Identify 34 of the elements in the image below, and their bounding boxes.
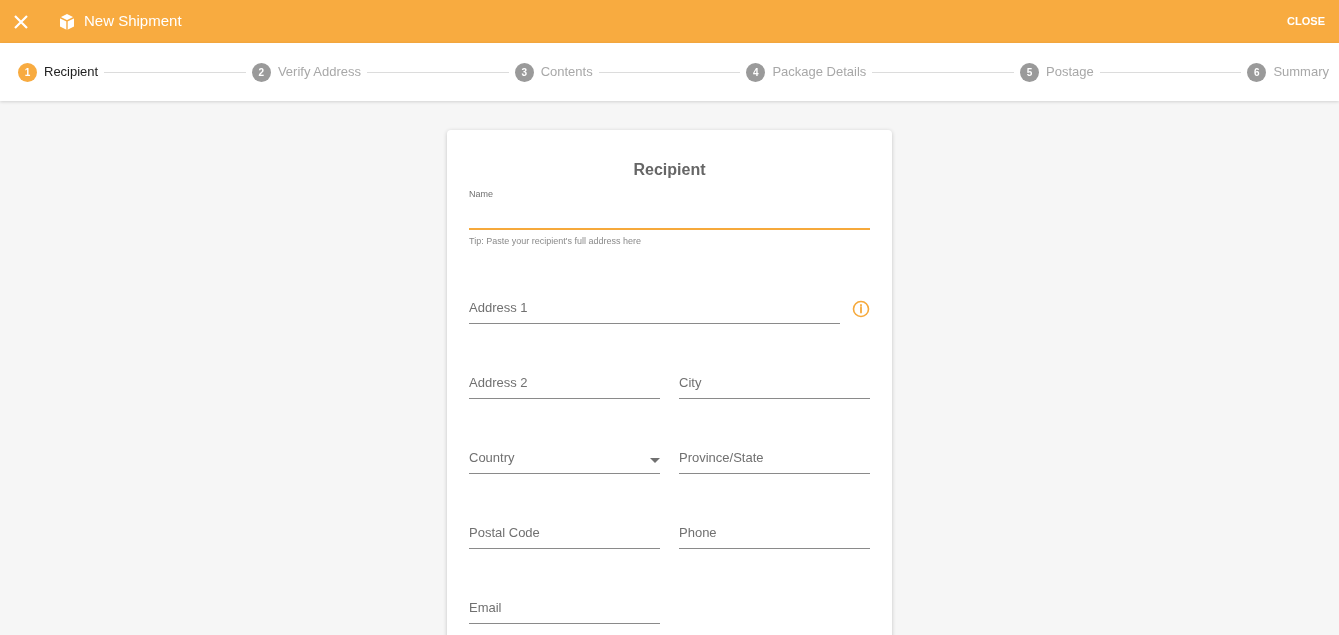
input-field[interactable]: Name [469,186,870,230]
field-hint: Tip: Paste your recipient's full address here [469,235,642,248]
step[interactable]: 1 Recipient [18,62,99,82]
step-label: Summary [1273,63,1329,82]
step-number: 1 [18,62,37,82]
step-number: 5 [1020,62,1039,82]
input-field[interactable]: Email [469,579,660,624]
input-field[interactable]: Postal Code [469,504,660,549]
input-field[interactable]: Address 1 [469,279,840,324]
step-number: 3 [514,62,534,82]
close-icon[interactable] [14,14,28,29]
step-label: Verify Address [277,63,361,82]
country-select[interactable]: Country [469,429,660,474]
step-label: Contents [540,63,593,82]
step[interactable]: 4 Package Details [746,62,867,82]
step[interactable]: 6 Summary [1247,62,1329,82]
input-field[interactable]: Address 2 [469,354,660,399]
step-number: 6 [1247,62,1267,82]
step[interactable]: 2 Verify Address [251,62,361,82]
step[interactable]: 3 Contents [514,62,593,82]
info-icon[interactable] [852,299,870,318]
dropdown-caret-icon [650,457,660,463]
input-field[interactable]: City [679,354,870,399]
form-title: Recipient [632,160,707,180]
step-label: Postage [1046,63,1094,82]
step-number: 2 [251,62,271,82]
step-number: 4 [746,62,766,82]
input-field[interactable]: Province/State [679,429,870,474]
input-field[interactable]: Phone [679,504,870,549]
window-title: New Shipment [84,11,182,32]
step-label: Recipient [44,63,99,82]
step[interactable]: 5 Postage [1020,62,1094,82]
step-label: Package Details [772,63,867,82]
box-icon [58,12,76,31]
